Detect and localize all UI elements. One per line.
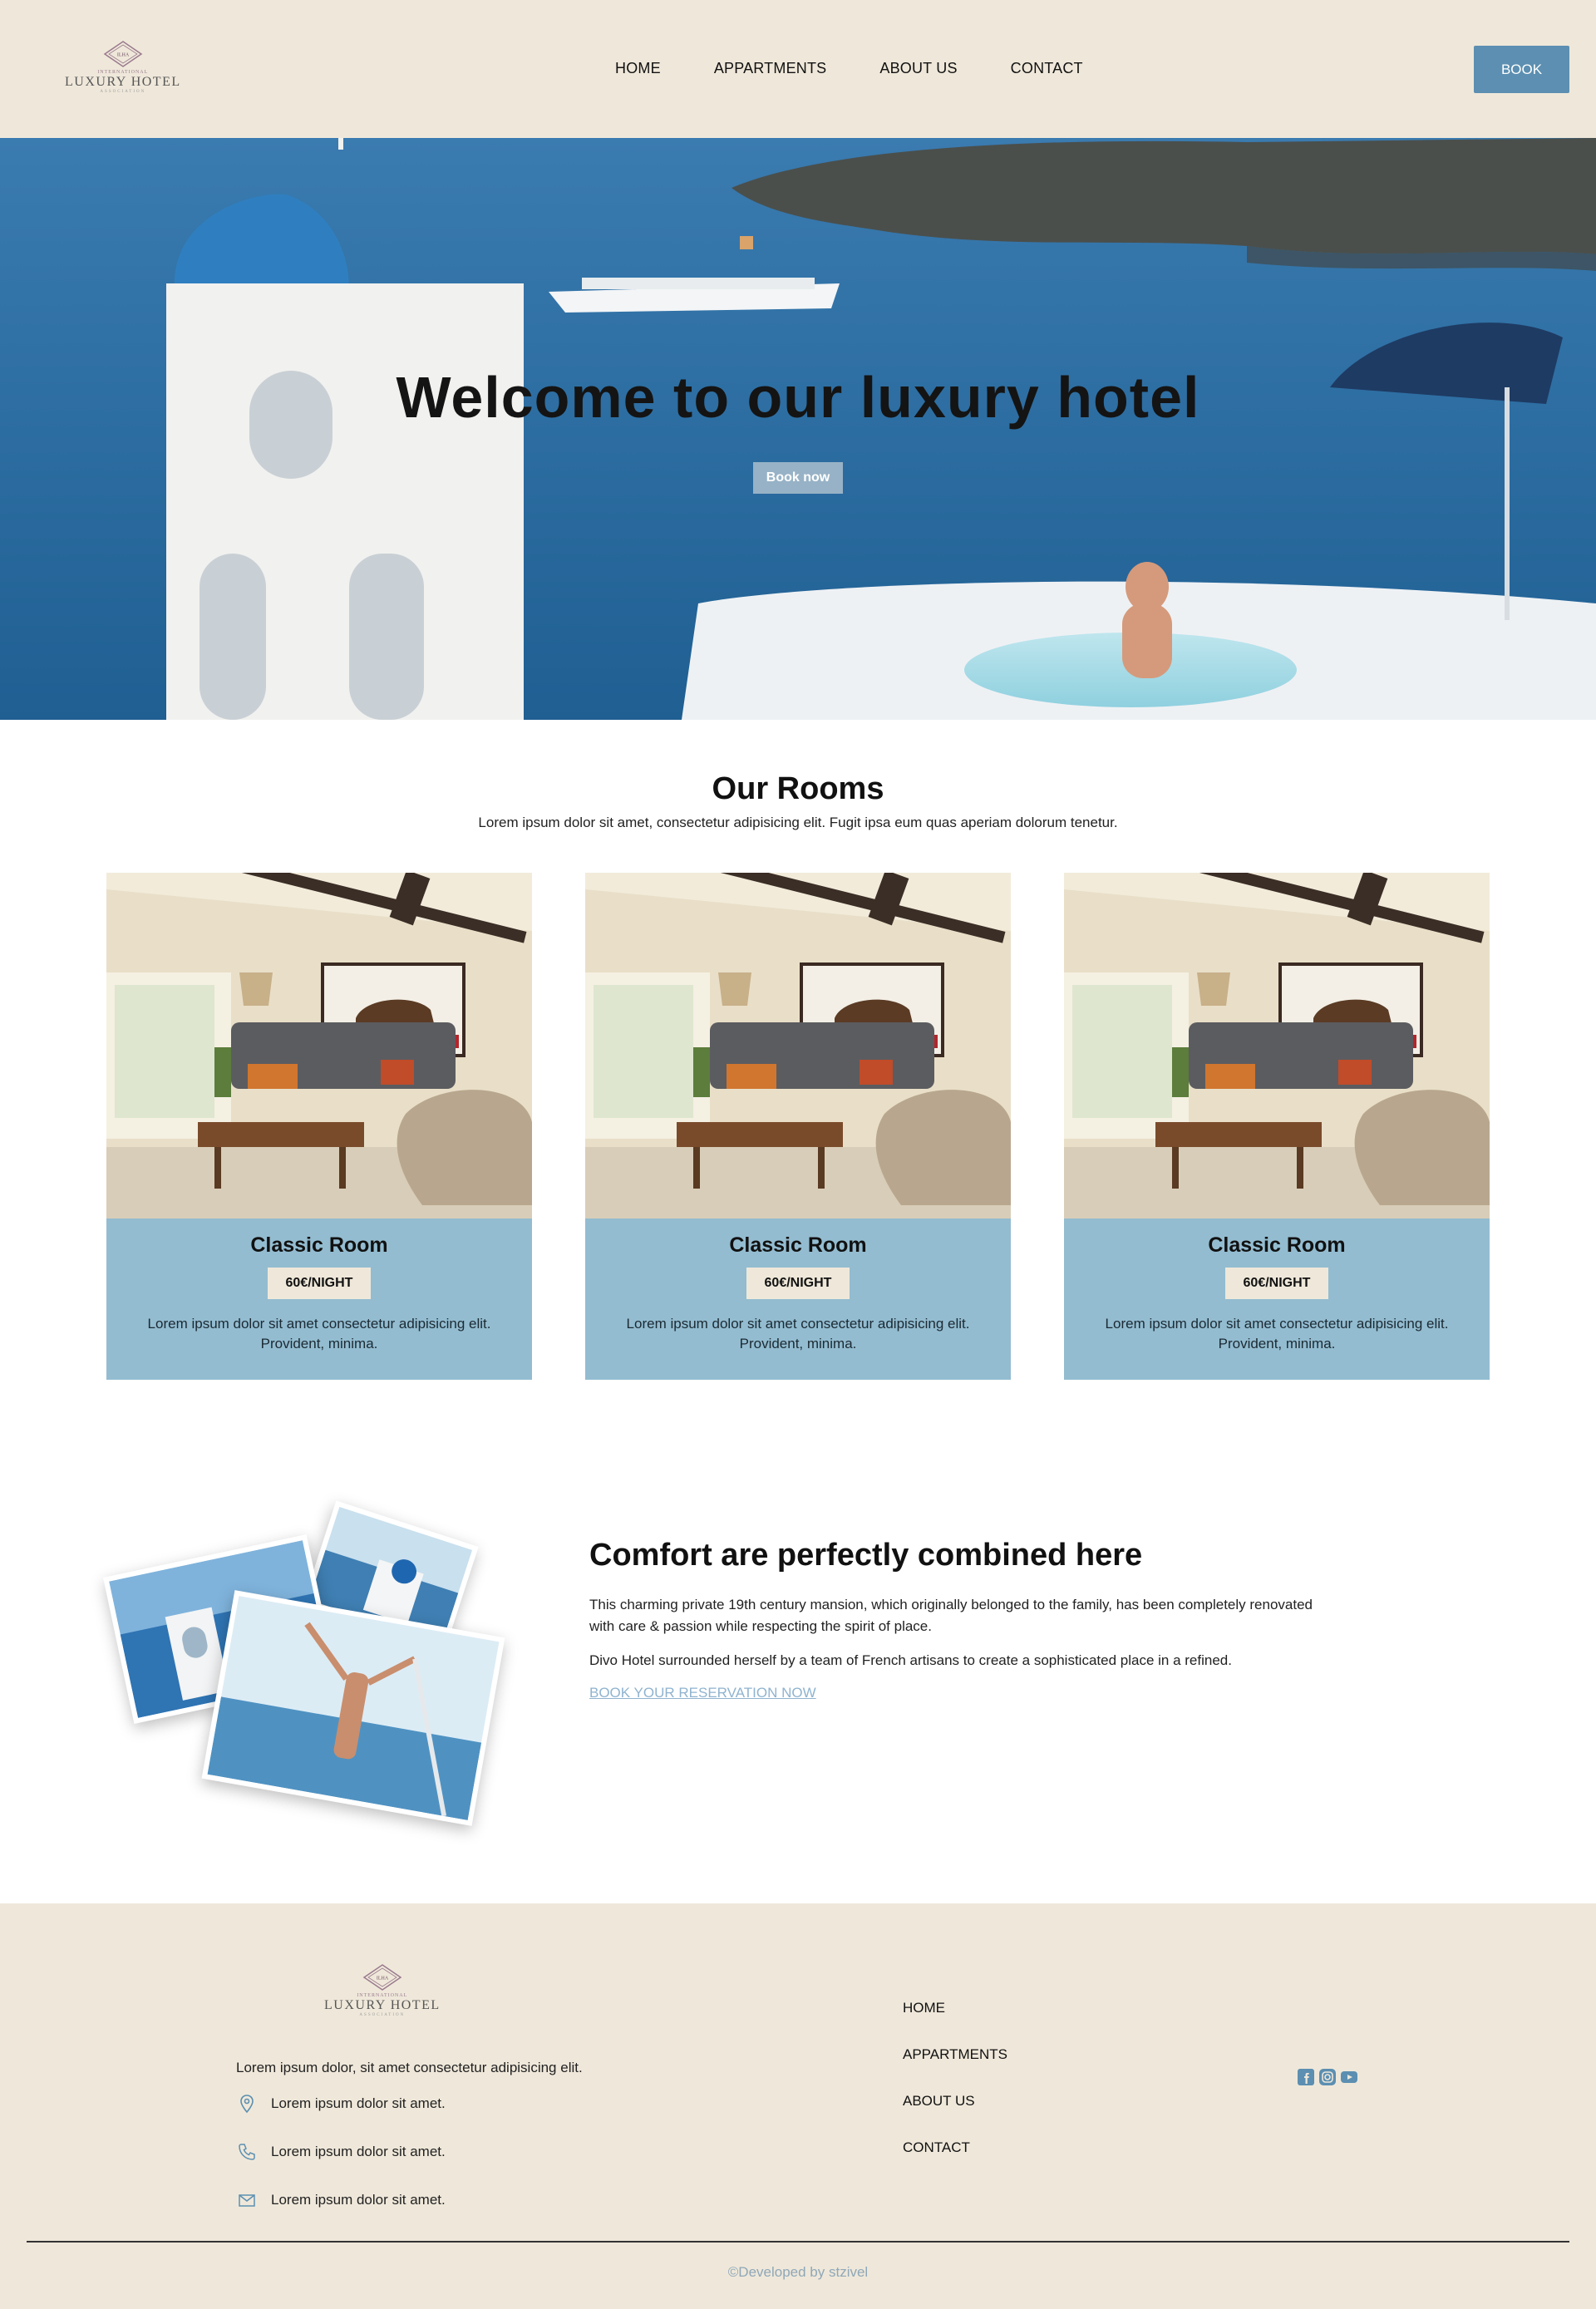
contact-phone: Lorem ipsum dolor sit amet. xyxy=(236,2141,446,2163)
contact-mail: Lorem ipsum dolor sit amet. xyxy=(236,2189,446,2211)
footer-divider xyxy=(27,2241,1569,2243)
room-photo xyxy=(106,873,532,1219)
instagram-icon[interactable] xyxy=(1318,2068,1337,2086)
collage-photo-sailing xyxy=(201,1590,505,1826)
room-title: Classic Room xyxy=(1208,1233,1346,1257)
footer-nav-about-us[interactable]: ABOUT US xyxy=(903,2091,1007,2110)
contact-text: Lorem ipsum dolor sit amet. xyxy=(271,2095,446,2111)
youtube-icon[interactable] xyxy=(1340,2068,1358,2086)
footer-description: Lorem ipsum dolor, sit amet consectetur … xyxy=(236,2060,583,2075)
social-links xyxy=(1297,2068,1358,2086)
nav-contact[interactable]: CONTACT xyxy=(1011,60,1083,77)
facebook-icon[interactable] xyxy=(1297,2068,1315,2086)
nav-appartments[interactable]: APPARTMENTS xyxy=(714,60,827,77)
location-pin-icon xyxy=(236,2093,258,2115)
main-nav: HOME APPARTMENTS ABOUT US CONTACT xyxy=(615,60,1083,77)
logo-title: Luxury Hotel xyxy=(324,1998,441,2012)
room-card[interactable]: Classic Room 60€/NIGHT Lorem ipsum dolor… xyxy=(106,873,532,1380)
room-card[interactable]: Classic Room 60€/NIGHT Lorem ipsum dolor… xyxy=(585,873,1011,1380)
room-card[interactable]: Classic Room 60€/NIGHT Lorem ipsum dolor… xyxy=(1064,873,1490,1380)
logo-title: Luxury Hotel xyxy=(65,75,181,89)
room-title: Classic Room xyxy=(250,1233,388,1257)
book-now-button[interactable]: Book now xyxy=(753,462,843,494)
site-header: ILHA International Luxury Hotel Associat… xyxy=(0,0,1596,138)
hero-title: Welcome to our luxury hotel xyxy=(396,365,1200,430)
comfort-paragraph: This charming private 19th century mansi… xyxy=(589,1597,1313,1634)
footer-nav-home[interactable]: HOME xyxy=(903,1998,1007,2017)
logo-tagline: Association xyxy=(359,2012,406,2017)
footer-nav-appartments[interactable]: APPARTMENTS xyxy=(903,2045,1007,2064)
room-description: Lorem ipsum dolor sit amet consectetur a… xyxy=(147,1316,491,1351)
room-description: Lorem ipsum dolor sit amet consectetur a… xyxy=(626,1316,970,1351)
room-description: Lorem ipsum dolor sit amet consectetur a… xyxy=(1105,1316,1449,1351)
book-reservation-link[interactable]: BOOK YOUR RESERVATION NOW xyxy=(589,1685,816,1701)
logo-tagline: Association xyxy=(100,89,146,94)
svg-text:ILHA: ILHA xyxy=(377,1977,389,1982)
site-footer: ILHA International Luxury Hotel Associat… xyxy=(0,1903,1596,2309)
room-title: Classic Room xyxy=(729,1233,867,1257)
rooms-subtitle: Lorem ipsum dolor sit amet, consectetur … xyxy=(478,815,1118,830)
nav-home[interactable]: HOME xyxy=(615,60,661,77)
developer-credit: ©Developed by stzivel xyxy=(727,2264,869,2280)
logo[interactable]: ILHA International Luxury Hotel Associat… xyxy=(65,40,181,94)
comfort-title: Comfort are perfectly combined here xyxy=(589,1538,1143,1573)
logo-diamond-icon: ILHA xyxy=(102,40,144,68)
svg-text:ILHA: ILHA xyxy=(117,53,130,58)
room-price-badge: 60€/NIGHT xyxy=(1225,1268,1328,1299)
photo-collage xyxy=(100,1500,532,1837)
book-button[interactable]: BOOK xyxy=(1474,46,1569,93)
nav-about-us[interactable]: ABOUT US xyxy=(879,60,957,77)
phone-icon xyxy=(236,2141,258,2163)
contact-text: Lorem ipsum dolor sit amet. xyxy=(271,2144,446,2159)
room-photo xyxy=(585,873,1011,1219)
room-price-badge: 60€/NIGHT xyxy=(746,1268,850,1299)
footer-nav: HOME APPARTMENTS ABOUT US CONTACT xyxy=(903,1998,1007,2157)
contact-address: Lorem ipsum dolor sit amet. xyxy=(236,2093,446,2115)
footer-nav-contact[interactable]: CONTACT xyxy=(903,2138,1007,2157)
room-photo xyxy=(1064,873,1490,1219)
contact-text: Lorem ipsum dolor sit amet. xyxy=(271,2192,446,2208)
mail-icon xyxy=(236,2189,258,2211)
comfort-paragraph: Divo Hotel surrounded herself by a team … xyxy=(589,1652,1232,1668)
logo-diamond-icon: ILHA xyxy=(362,1963,403,1991)
footer-logo[interactable]: ILHA International Luxury Hotel Associat… xyxy=(324,1963,441,2017)
rooms-title: Our Rooms xyxy=(712,771,884,806)
hero-section: Welcome to our luxury hotel Book now xyxy=(0,138,1596,720)
room-price-badge: 60€/NIGHT xyxy=(268,1268,371,1299)
